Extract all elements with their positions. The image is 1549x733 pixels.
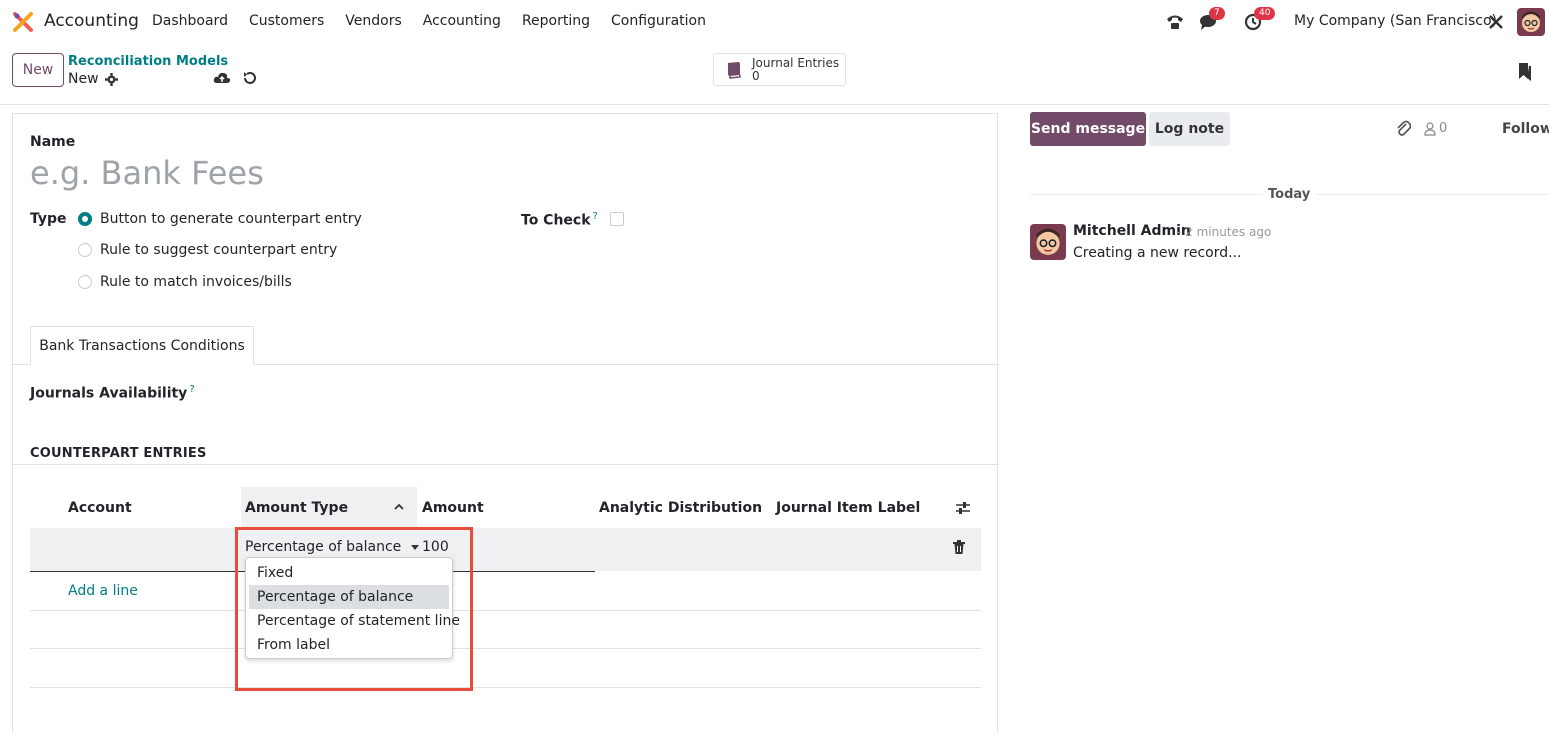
follow-button[interactable]: Follow [1502, 121, 1549, 137]
to-check-text: To Check [521, 212, 591, 229]
activity-badge: 40 [1254, 7, 1276, 20]
chat-badge: 7 [1209, 7, 1225, 20]
journals-availability-label: Journals Availability? [30, 384, 195, 402]
phone-icon[interactable] [1164, 11, 1186, 33]
send-message-button[interactable]: Send message [1030, 112, 1146, 146]
type-option-button[interactable]: Button to generate counterpart entry [78, 211, 362, 227]
trash-icon[interactable] [953, 540, 965, 554]
book-icon [728, 61, 741, 79]
message-body: Creating a new record... [1073, 245, 1242, 261]
message-author-avatar[interactable] [1030, 224, 1066, 260]
journals-availability-text: Journals Availability [30, 385, 188, 402]
type-option-label: Rule to suggest counterpart entry [100, 242, 338, 258]
column-journal-item-label[interactable]: Journal Item Label [776, 500, 920, 516]
to-check-label: To Check? [521, 211, 598, 229]
accounting-app-icon[interactable] [12, 11, 34, 33]
message-author[interactable]: Mitchell Admin [1073, 223, 1191, 239]
type-label: Type [30, 211, 67, 227]
table-row[interactable] [30, 528, 981, 571]
journal-entries-smart-button[interactable]: Journal Entries 0 [713, 53, 846, 86]
log-note-button[interactable]: Log note [1149, 112, 1230, 146]
menu-item-dashboard[interactable]: Dashboard [152, 13, 228, 29]
row-divider [30, 610, 981, 611]
type-option-label: Button to generate counterpart entry [100, 211, 362, 227]
row-divider [30, 687, 981, 688]
gear-icon[interactable] [104, 72, 118, 86]
add-a-line-link[interactable]: Add a line [68, 583, 138, 599]
column-analytic-distribution[interactable]: Analytic Distribution [599, 500, 762, 516]
section-divider [13, 464, 999, 465]
name-input[interactable]: e.g. Bank Fees [30, 154, 264, 192]
optional-columns-icon[interactable] [954, 500, 972, 516]
save-cloud-icon[interactable] [213, 69, 231, 87]
radio-unselected[interactable] [78, 243, 92, 257]
menu-item-reporting[interactable]: Reporting [522, 13, 590, 29]
tab-bank-transactions-conditions[interactable]: Bank Transactions Conditions [30, 326, 254, 365]
sort-ascending-icon [394, 503, 404, 510]
followers-button[interactable]: 0 [1424, 121, 1447, 136]
user-avatar[interactable] [1517, 8, 1545, 36]
activity-clock-icon[interactable]: 40 [1242, 7, 1276, 33]
app-name[interactable]: Accounting [44, 11, 139, 31]
type-option-suggest[interactable]: Rule to suggest counterpart entry [78, 242, 337, 258]
paperclip-icon[interactable] [1395, 120, 1411, 138]
annotation-highlight-box [235, 527, 473, 691]
bookmark-icon[interactable] [1517, 62, 1533, 82]
column-amount[interactable]: Amount [422, 500, 484, 516]
followers-count: 0 [1439, 121, 1448, 136]
date-separator: Today [1262, 187, 1317, 202]
breadcrumb-current-label: New [68, 71, 99, 87]
column-account[interactable]: Account [68, 500, 132, 516]
column-amount-type[interactable]: Amount Type [245, 500, 348, 516]
company-switcher[interactable]: My Company (San Francisco) [1294, 13, 1497, 29]
message-time: - 2 minutes ago [1177, 225, 1272, 239]
menu-item-vendors[interactable]: Vendors [345, 13, 401, 29]
type-option-label: Rule to match invoices/bills [100, 274, 292, 290]
type-option-match[interactable]: Rule to match invoices/bills [78, 274, 292, 290]
to-check-checkbox[interactable] [610, 212, 624, 226]
row-divider [30, 648, 981, 649]
help-tooltip-icon[interactable]: ? [189, 384, 194, 395]
discard-undo-icon[interactable] [241, 69, 259, 87]
debug-tools-icon[interactable] [1485, 11, 1507, 33]
user-icon [1424, 121, 1436, 136]
smart-button-count: 0 [752, 68, 760, 83]
control-panel: New Reconciliation Models New Journal En… [0, 44, 1549, 105]
chat-icon[interactable]: 7 [1197, 7, 1225, 33]
breadcrumb-current: New [68, 71, 118, 87]
breadcrumb-parent[interactable]: Reconciliation Models [68, 54, 228, 69]
help-tooltip-icon[interactable]: ? [593, 211, 598, 222]
menu-item-accounting[interactable]: Accounting [423, 13, 501, 29]
counterpart-entries-title: COUNTERPART ENTRIES [30, 446, 207, 461]
smart-button-label: Journal Entries [752, 55, 840, 70]
radio-selected[interactable] [78, 212, 92, 226]
new-button[interactable]: New [12, 53, 64, 87]
name-label: Name [30, 134, 76, 150]
form-sheet: Name e.g. Bank Fees Type Button to gener… [12, 113, 999, 733]
radio-unselected[interactable] [78, 275, 92, 289]
top-navbar: Accounting Dashboard Customers Vendors A… [0, 0, 1549, 44]
menu-item-customers[interactable]: Customers [249, 13, 324, 29]
main-menu: Dashboard Customers Vendors Accounting R… [152, 13, 727, 29]
menu-item-configuration[interactable]: Configuration [611, 13, 706, 29]
